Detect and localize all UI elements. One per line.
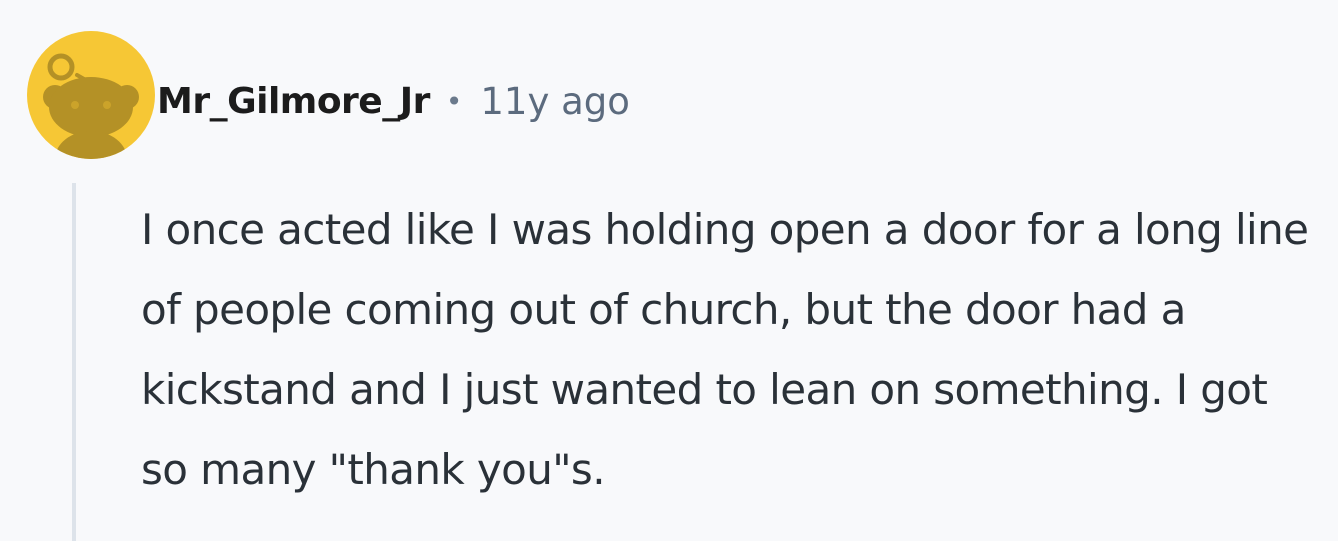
thread-collapse-line[interactable] [72,183,76,541]
comment: Mr_Gilmore_Jr • 11y ago I once acted lik… [0,0,1338,541]
username-link[interactable]: Mr_Gilmore_Jr [157,81,430,122]
snoo-avatar-icon [43,53,139,159]
comment-header: Mr_Gilmore_Jr • 11y ago [157,74,630,128]
meta-separator: • [445,84,463,118]
comment-timestamp[interactable]: 11y ago [480,80,630,123]
comment-body: I once acted like I was holding open a d… [141,205,1309,494]
avatar[interactable] [27,31,155,159]
